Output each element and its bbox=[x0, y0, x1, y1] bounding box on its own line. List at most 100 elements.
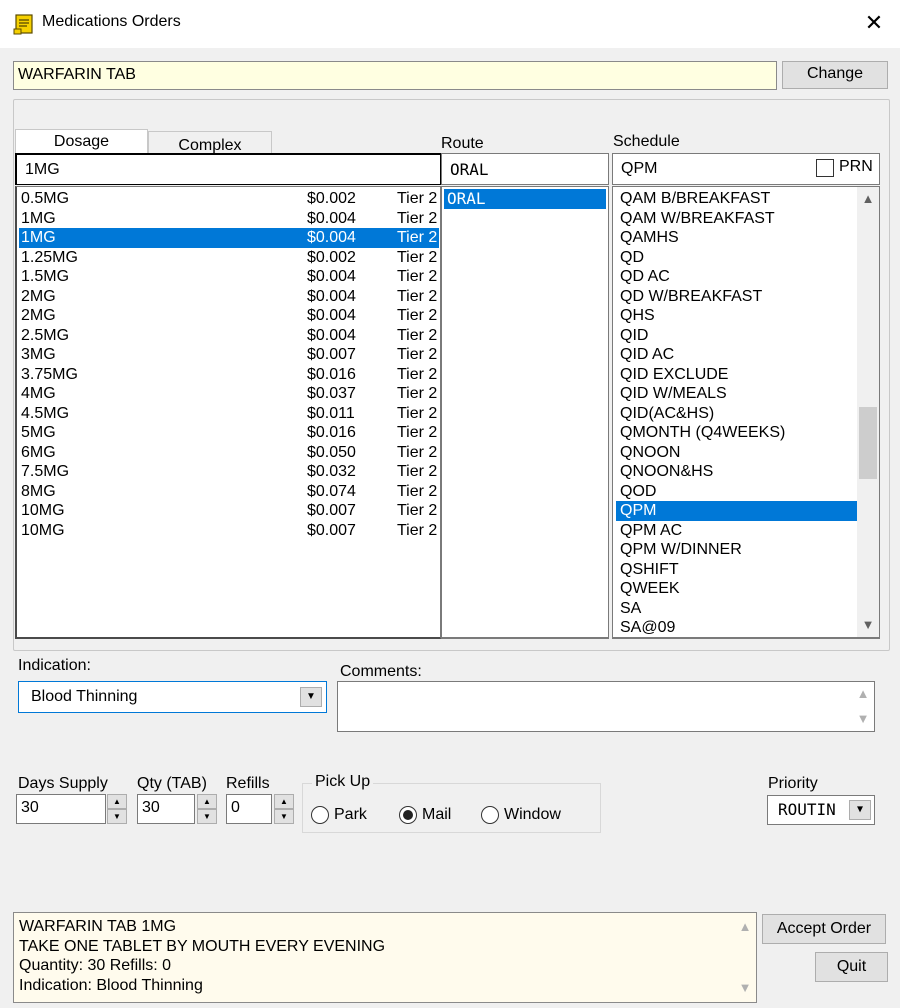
dosage-tier: Tier 2 bbox=[397, 521, 438, 539]
schedule-option[interactable]: QNOON&HS bbox=[616, 462, 858, 482]
tab-dosage[interactable]: Dosage bbox=[15, 129, 148, 155]
scroll-up-icon[interactable]: ▲ bbox=[734, 917, 756, 937]
priority-dropdown[interactable]: ROUTIN ▼ bbox=[767, 795, 875, 825]
schedule-option[interactable]: QPM bbox=[616, 501, 858, 521]
schedule-option[interactable]: QAM W/BREAKFAST bbox=[616, 209, 858, 229]
dosage-dose: 3MG bbox=[21, 346, 56, 363]
pickup-park-label[interactable]: Park bbox=[334, 806, 367, 824]
schedule-option[interactable]: QID AC bbox=[616, 345, 858, 365]
route-list[interactable]: ORAL bbox=[441, 186, 609, 639]
dosage-row[interactable]: 6MG $0.050 Tier 2 bbox=[19, 443, 439, 463]
spin-down-icon[interactable]: ▼ bbox=[107, 809, 127, 824]
refills-spinner[interactable]: ▲ ▼ bbox=[274, 794, 294, 824]
dosage-row[interactable]: 3.75MG $0.016 Tier 2 bbox=[19, 365, 439, 385]
dosage-price: $0.007 bbox=[307, 346, 356, 363]
schedule-option[interactable]: QSHIFT bbox=[616, 560, 858, 580]
schedule-option[interactable]: SA bbox=[616, 599, 858, 619]
scroll-thumb[interactable] bbox=[859, 407, 877, 479]
scroll-down-icon[interactable]: ▼ bbox=[857, 615, 879, 635]
accept-order-button[interactable]: Accept Order bbox=[762, 914, 886, 944]
schedule-option[interactable]: QHS bbox=[616, 306, 858, 326]
dosage-row[interactable]: 4.5MG $0.011 Tier 2 bbox=[19, 404, 439, 424]
schedule-option[interactable]: QWEEK bbox=[616, 579, 858, 599]
pickup-window-radio[interactable] bbox=[481, 806, 499, 824]
schedule-option[interactable]: QMONTH (Q4WEEKS) bbox=[616, 423, 858, 443]
schedule-option[interactable]: QNOON bbox=[616, 443, 858, 463]
change-button[interactable]: Change bbox=[782, 61, 888, 89]
tab-complex[interactable]: Complex bbox=[148, 131, 272, 155]
dosage-row[interactable]: 10MG $0.007 Tier 2 bbox=[19, 521, 439, 541]
indication-value: Blood Thinning bbox=[31, 688, 138, 705]
schedule-option[interactable]: QAM B/BREAKFAST bbox=[616, 189, 858, 209]
spin-up-icon[interactable]: ▲ bbox=[197, 794, 217, 809]
scroll-down-icon[interactable]: ▼ bbox=[852, 709, 874, 729]
schedule-option[interactable]: QD AC bbox=[616, 267, 858, 287]
dosage-dose: 4.5MG bbox=[21, 404, 70, 422]
quit-button[interactable]: Quit bbox=[815, 952, 888, 982]
qty-field[interactable]: 30 bbox=[137, 794, 195, 824]
schedule-option[interactable]: QID EXCLUDE bbox=[616, 365, 858, 385]
dosage-row[interactable]: 2MG $0.004 Tier 2 bbox=[19, 306, 439, 326]
schedule-list[interactable]: SA@09 SA QWEEK QSHIFT QPM W/DINNER QPM AC QPM Q… bbox=[612, 186, 880, 639]
dosage-row[interactable]: 8MG $0.074 Tier 2 bbox=[19, 482, 439, 502]
spin-up-icon[interactable]: ▲ bbox=[274, 794, 294, 809]
drug-name-field[interactable]: WARFARIN TAB bbox=[13, 61, 777, 90]
schedule-option[interactable]: QD bbox=[616, 248, 858, 268]
comments-scrollbar[interactable]: ▲ ▼ bbox=[852, 682, 874, 731]
schedule-scrollbar[interactable]: ▲ ▼ bbox=[857, 187, 879, 637]
dosage-row[interactable]: 7.5MG $0.032 Tier 2 bbox=[19, 462, 439, 482]
pickup-park-radio[interactable] bbox=[311, 806, 329, 824]
scroll-up-icon[interactable]: ▲ bbox=[852, 684, 874, 704]
dosage-row[interactable]: 4MG $0.037 Tier 2 bbox=[19, 384, 439, 404]
dosage-row[interactable]: 5MG $0.016 Tier 2 bbox=[19, 423, 439, 443]
schedule-option[interactable]: QD W/BREAKFAST bbox=[616, 287, 858, 307]
schedule-option[interactable]: SA@09 bbox=[616, 618, 858, 637]
dosage-dose: 2MG bbox=[21, 287, 56, 305]
dosage-list[interactable]: 0.5MG $0.002 Tier 2 1MG $0.004 Tier 2 1MG $0.00… bbox=[15, 186, 441, 639]
spin-down-icon[interactable]: ▼ bbox=[197, 809, 217, 824]
dosage-tier: Tier 2 bbox=[397, 229, 438, 246]
days-supply-field[interactable]: 30 bbox=[16, 794, 106, 824]
dosage-row[interactable]: 3MG $0.007 Tier 2 bbox=[19, 345, 439, 365]
pickup-mail-label[interactable]: Mail bbox=[422, 806, 451, 824]
pickup-mail-radio[interactable] bbox=[399, 806, 417, 824]
dosage-tier: Tier 2 bbox=[397, 307, 438, 324]
dosage-row[interactable]: 1.5MG $0.004 Tier 2 bbox=[19, 267, 439, 287]
schedule-option[interactable]: QPM AC bbox=[616, 521, 858, 541]
spin-down-icon[interactable]: ▼ bbox=[274, 809, 294, 824]
pickup-window-label[interactable]: Window bbox=[504, 806, 561, 824]
chevron-down-icon[interactable]: ▼ bbox=[849, 800, 871, 820]
prn-checkbox[interactable] bbox=[816, 159, 834, 177]
route-field[interactable]: ORAL bbox=[441, 153, 609, 185]
dosage-row[interactable]: 2.5MG $0.004 Tier 2 bbox=[19, 326, 439, 346]
schedule-option[interactable]: QID bbox=[616, 326, 858, 346]
schedule-option[interactable]: QOD bbox=[616, 482, 858, 502]
dosage-tier: Tier 2 bbox=[397, 365, 438, 383]
close-icon[interactable]: ✕ bbox=[860, 9, 888, 37]
qty-spinner[interactable]: ▲ ▼ bbox=[197, 794, 217, 824]
spin-up-icon[interactable]: ▲ bbox=[107, 794, 127, 809]
schedule-option[interactable]: QID W/MEALS bbox=[616, 384, 858, 404]
dosage-row[interactable]: 2MG $0.004 Tier 2 bbox=[19, 287, 439, 307]
schedule-option[interactable]: QPM W/DINNER bbox=[616, 540, 858, 560]
summary-scrollbar[interactable]: ▲ ▼ bbox=[734, 913, 756, 1002]
scroll-up-icon[interactable]: ▲ bbox=[857, 189, 879, 209]
schedule-option[interactable]: QID(AC&HS) bbox=[616, 404, 858, 424]
dosage-row[interactable]: 10MG $0.007 Tier 2 bbox=[19, 501, 439, 521]
app-icon bbox=[13, 12, 37, 36]
dosage-row[interactable]: 1MG $0.004 Tier 2 bbox=[19, 228, 439, 248]
dosage-row[interactable]: 1.25MG $0.002 Tier 2 bbox=[19, 248, 439, 268]
scroll-down-icon[interactable]: ▼ bbox=[734, 978, 756, 998]
dosage-row[interactable]: 1MG $0.004 Tier 2 bbox=[19, 209, 439, 229]
chevron-down-icon[interactable]: ▼ bbox=[300, 687, 322, 707]
refills-field[interactable]: 0 bbox=[226, 794, 272, 824]
indication-dropdown[interactable]: Blood Thinning ▼ bbox=[18, 681, 327, 713]
comments-field[interactable]: ▲ ▼ bbox=[337, 681, 875, 732]
dosage-dose: 7.5MG bbox=[21, 463, 70, 480]
schedule-option[interactable]: QAMHS bbox=[616, 228, 858, 248]
days-supply-spinner[interactable]: ▲ ▼ bbox=[107, 794, 127, 824]
dosage-row[interactable]: 0.5MG $0.002 Tier 2 bbox=[19, 189, 439, 209]
dosage-tier: Tier 2 bbox=[397, 424, 438, 441]
route-option[interactable]: ORAL bbox=[444, 189, 606, 209]
dosage-field[interactable]: 1MG bbox=[15, 153, 441, 185]
